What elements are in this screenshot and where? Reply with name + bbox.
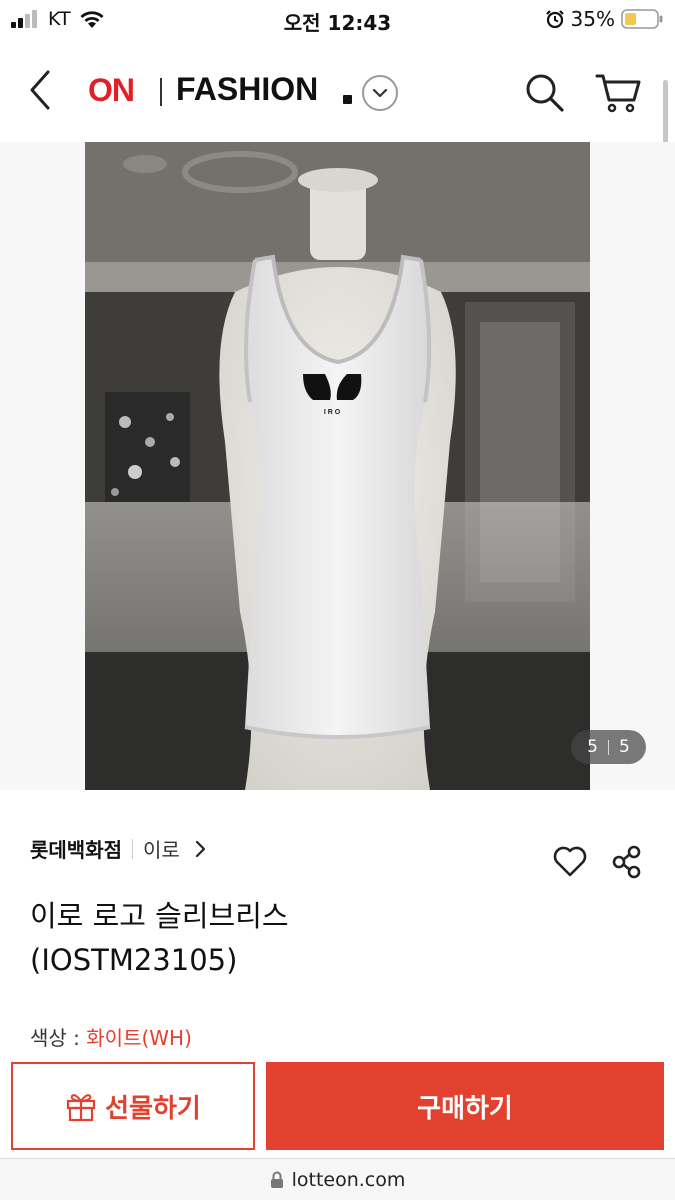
product-image: I R O: [85, 142, 590, 790]
browser-url-bar[interactable]: lotteon.com: [0, 1158, 675, 1200]
purchase-bar: 선물하기 구매하기: [0, 1060, 675, 1155]
page-total: 5: [619, 737, 630, 757]
battery-icon: [621, 9, 663, 29]
app-header: ON FASHION: [0, 38, 675, 144]
scrollbar[interactable]: [663, 80, 668, 144]
lock-icon: [270, 1171, 283, 1188]
search-button[interactable]: [522, 70, 566, 114]
buy-button[interactable]: 구매하기: [266, 1062, 664, 1150]
logo-on[interactable]: ON: [88, 72, 135, 109]
store-name[interactable]: 롯데백화점: [30, 834, 122, 863]
heart-icon: [553, 846, 587, 877]
gift-icon: [67, 1094, 96, 1122]
buy-label: 구매하기: [417, 1093, 513, 1124]
wishlist-button[interactable]: [552, 844, 588, 878]
logo-divider: [160, 78, 162, 106]
product-title: 이로 로고 슬리브리스 (IOSTM23105): [30, 894, 630, 982]
cart-button[interactable]: [594, 70, 642, 114]
status-bar: KT 오전 12:43 35%: [0, 0, 675, 38]
brand-name[interactable]: 이로: [143, 834, 180, 863]
brand-divider: [132, 838, 133, 859]
page-divider: [608, 739, 609, 755]
chevron-right-icon: [195, 840, 205, 857]
chevron-left-icon: [30, 70, 50, 110]
logo-dot: [343, 95, 352, 104]
share-button[interactable]: [610, 844, 644, 880]
product-title-line2: (IOSTM23105): [30, 943, 238, 977]
gift-label: 선물하기: [105, 1093, 201, 1124]
mall-switch-button[interactable]: [362, 75, 398, 111]
gift-button[interactable]: 선물하기: [11, 1062, 255, 1150]
product-photo[interactable]: I R O: [85, 142, 590, 790]
back-button[interactable]: [24, 68, 60, 112]
chevron-down-icon: [372, 88, 388, 98]
share-icon: [612, 845, 641, 879]
color-value: 화이트(WH): [86, 1026, 192, 1050]
brand-breadcrumb[interactable]: 롯데백화점 이로: [30, 834, 206, 863]
color-label: 색상 :: [30, 1026, 87, 1050]
iro-logo-text: I R O: [324, 409, 341, 416]
product-title-line1: 이로 로고 슬리브리스: [30, 899, 289, 933]
logo-fashion[interactable]: FASHION: [176, 71, 318, 108]
image-page-indicator: 5 5: [571, 730, 646, 764]
color-option: 색상 : 화이트(WH): [30, 1022, 192, 1051]
status-right: 35%: [545, 7, 663, 31]
alarm-icon: [545, 10, 564, 29]
battery-percent: 35%: [570, 7, 615, 31]
url-text[interactable]: lotteon.com: [292, 1169, 406, 1191]
page-current: 5: [587, 737, 598, 757]
search-icon: [526, 74, 564, 112]
cart-icon: [595, 74, 641, 113]
product-gallery[interactable]: I R O 5 5: [0, 142, 675, 790]
